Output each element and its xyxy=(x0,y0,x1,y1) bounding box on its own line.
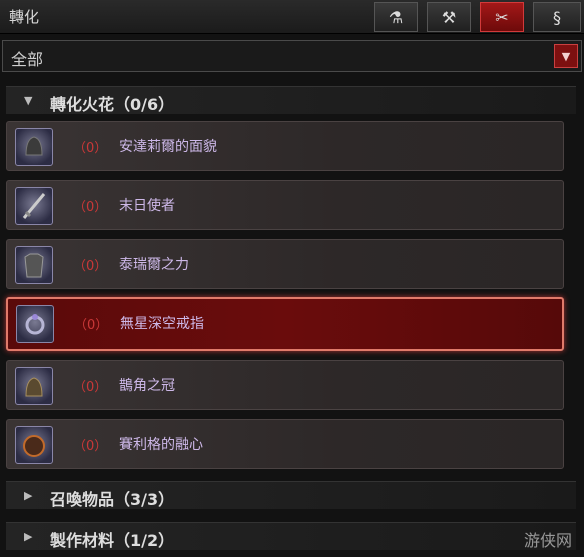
tab-tools[interactable]: ✂ xyxy=(480,2,524,32)
watermark: 游侠网 xyxy=(523,531,572,550)
top-bar: 轉化 ⚗ ⚒ ✂ § xyxy=(0,0,584,34)
section-count: （1/2） xyxy=(114,531,175,550)
section-count: （0/6） xyxy=(114,95,175,114)
armor-icon xyxy=(15,246,53,284)
list-item[interactable]: （0） 賽利格的融心 xyxy=(6,419,564,469)
tab-flask[interactable]: ⚗ xyxy=(374,2,418,32)
transform-icon: § xyxy=(553,7,561,27)
item-quantity: （0） xyxy=(73,259,108,274)
section-header-crafting-materials[interactable]: ▶ 製作材料（1/2） xyxy=(6,522,576,550)
item-quantity: （0） xyxy=(73,380,108,395)
heart-orb-icon xyxy=(15,426,53,464)
item-name: 鵲角之冠 xyxy=(119,378,175,394)
ring-icon xyxy=(16,305,54,343)
list-item[interactable]: （0） 末日使者 xyxy=(6,180,564,230)
section-header-transform-sparks[interactable]: ▼ 轉化火花（0/6） xyxy=(6,86,576,114)
item-name: 賽利格的融心 xyxy=(119,437,203,453)
expand-right-icon: ▶ xyxy=(24,489,33,502)
item-name: 泰瑞爾之力 xyxy=(119,257,189,273)
item-quantity: （0） xyxy=(73,141,108,156)
expand-down-icon: ▼ xyxy=(24,94,33,107)
section-title: 轉化火花（0/6） xyxy=(50,95,175,114)
list-item[interactable]: （0） 鵲角之冠 xyxy=(6,360,564,410)
section-header-summon-items[interactable]: ▶ 召喚物品（3/3） xyxy=(6,481,576,509)
section-title: 製作材料（1/2） xyxy=(50,531,175,550)
item-name: 末日使者 xyxy=(119,198,175,214)
tools-icon: ✂ xyxy=(495,7,509,27)
expand-right-icon: ▶ xyxy=(24,530,33,543)
section-title: 召喚物品（3/3） xyxy=(50,490,175,509)
item-quantity: （0） xyxy=(74,318,109,333)
list-item-selected[interactable]: （0） 無星深空戒指 xyxy=(6,297,564,351)
window-title: 轉化 xyxy=(9,8,40,26)
helmet-icon xyxy=(15,128,53,166)
tab-transform[interactable]: § xyxy=(533,2,581,32)
sword-icon xyxy=(15,187,53,225)
list-item[interactable]: （0） 安達莉爾的面貌 xyxy=(6,121,564,171)
horned-helm-icon xyxy=(15,367,53,405)
filter-selected-value: 全部 xyxy=(11,50,44,69)
item-name: 安達莉爾的面貌 xyxy=(119,139,217,155)
item-name: 無星深空戒指 xyxy=(120,316,204,332)
hammer-icon: ⚒ xyxy=(441,7,457,27)
item-quantity: （0） xyxy=(73,439,108,454)
tab-hammer[interactable]: ⚒ xyxy=(427,2,471,32)
filter-dropdown[interactable]: 全部 ▼ xyxy=(2,40,582,72)
section-count: （3/3） xyxy=(114,490,175,509)
flask-icon: ⚗ xyxy=(388,7,404,27)
dropdown-arrow-icon[interactable]: ▼ xyxy=(554,44,578,68)
list-item[interactable]: （0） 泰瑞爾之力 xyxy=(6,239,564,289)
item-quantity: （0） xyxy=(73,200,108,215)
